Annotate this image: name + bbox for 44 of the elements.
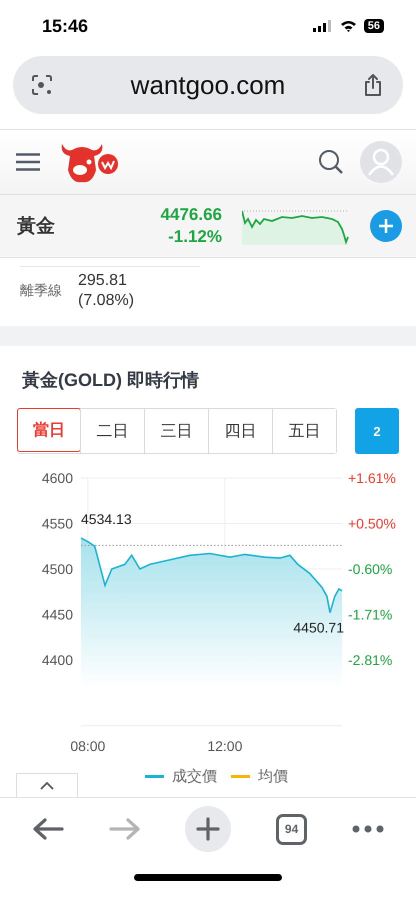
chevron-up-icon (40, 782, 54, 790)
percent-axis-label: -0.60% (348, 561, 392, 577)
percent-axis-label: -2.81% (348, 652, 392, 668)
y-axis-label: 4400 (42, 652, 73, 668)
quote-change: -1.12% (168, 226, 222, 248)
quote-price: 4476.66 (160, 204, 222, 226)
share-icon[interactable] (363, 73, 383, 97)
price-label: 4450.71 (293, 620, 344, 636)
address-bar[interactable]: wantgoo.com (13, 56, 403, 114)
lens-icon[interactable] (31, 74, 53, 96)
x-axis-label: 12:00 (207, 738, 242, 754)
more-button[interactable] (352, 825, 384, 833)
deviation-percent: (7.08%) (78, 291, 134, 311)
new-tab-button[interactable] (185, 806, 232, 852)
price-label: 4534.13 (81, 511, 132, 528)
wifi-icon (340, 20, 357, 32)
percent-axis-label: +0.50% (348, 516, 396, 532)
tab-count-button[interactable]: 94 (276, 814, 308, 844)
plus-icon (378, 218, 394, 234)
percent-axis-label: -1.71% (348, 606, 392, 622)
menu-icon[interactable] (16, 153, 40, 171)
y-axis-label: 4450 (42, 606, 73, 622)
y-axis-label: 4550 (42, 516, 73, 532)
deviation-label: 離季線 (20, 282, 62, 300)
more-icon (352, 825, 384, 833)
y-axis-label: 4600 (42, 470, 73, 486)
deviation-value: 295.81 (78, 271, 128, 291)
legend-label: 成交價 (172, 767, 217, 786)
section-title: 黃金(GOLD) 即時行情 (21, 369, 200, 392)
y-axis-label: 4500 (42, 561, 73, 577)
add-button[interactable] (370, 210, 402, 242)
back-button[interactable] (32, 817, 64, 841)
search-icon[interactable] (318, 149, 344, 175)
url-text: wantgoo.com (130, 70, 286, 100)
x-axis-label: 08:00 (70, 738, 106, 754)
legend-label: 均價 (258, 767, 288, 786)
battery-level: 56 (364, 19, 384, 33)
percent-axis-label: +1.61% (348, 470, 396, 486)
status-time: 15:46 (42, 16, 88, 36)
plus-icon (196, 817, 220, 841)
range-tab[interactable]: 當日 (17, 408, 81, 452)
range-tab[interactable]: 五日 (272, 409, 336, 453)
signal-icon (312, 20, 333, 32)
quote-name: 黃金 (17, 215, 56, 239)
